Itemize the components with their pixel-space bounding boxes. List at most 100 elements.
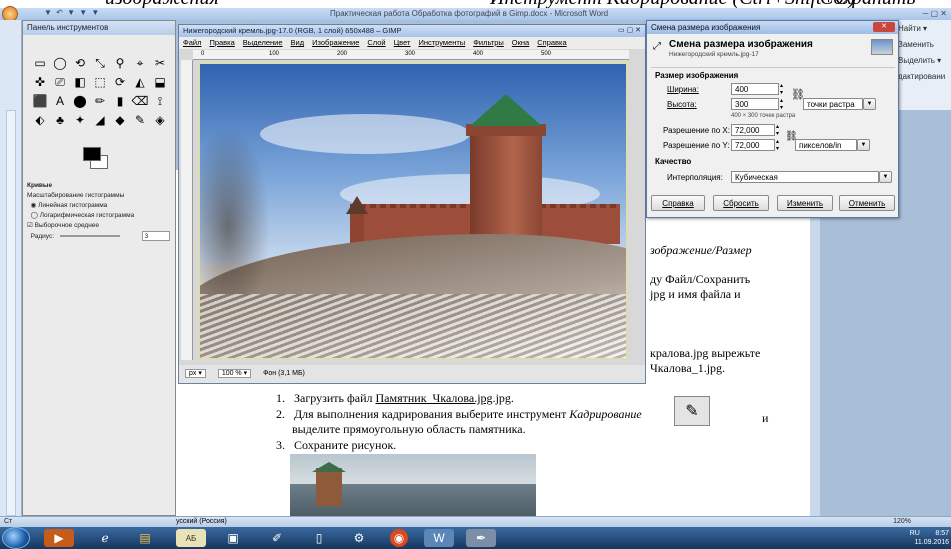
height-spinner[interactable]: ▴ ▾ xyxy=(780,97,783,111)
sample-average-checkbox[interactable]: ☑ Выборочное среднее xyxy=(27,221,173,231)
foreground-color-swatch[interactable] xyxy=(83,147,101,161)
x-resolution-spinner[interactable]: ▴ ▾ xyxy=(776,123,779,137)
units-dropdown-button[interactable]: ▼ xyxy=(863,98,876,110)
gimp-tool-icon[interactable]: ⌖ xyxy=(131,55,149,71)
gimp-menu-item[interactable]: Изображение xyxy=(312,38,359,47)
gimp-tool-icon[interactable]: ⬓ xyxy=(151,74,169,90)
gimp-tool-icon[interactable]: ✂ xyxy=(151,55,169,71)
gimp-tool-icon[interactable]: ♣ xyxy=(51,112,69,128)
gimp-tool-icon[interactable]: ◆ xyxy=(111,112,129,128)
start-button[interactable] xyxy=(2,527,30,549)
gimp-menu-item[interactable]: Файл xyxy=(183,38,201,47)
gimp-tool-icon[interactable]: ⟳ xyxy=(111,74,129,90)
width-spinner[interactable]: ▴ ▾ xyxy=(780,82,783,96)
gimp-tool-icon[interactable]: ◧ xyxy=(71,74,89,90)
width-input[interactable]: 400 xyxy=(731,83,779,95)
y-resolution-input[interactable]: 72,000 xyxy=(731,139,775,151)
taskbar-media-player-icon[interactable]: ▶ xyxy=(44,529,74,547)
linear-histogram-radio[interactable]: ◉ Линейная гистограмма xyxy=(27,201,173,211)
gimp-tool-icon[interactable]: ◈ xyxy=(151,112,169,128)
log-histogram-radio[interactable]: ◯ Логарифмическая гистограмма xyxy=(27,211,173,221)
gimp-tool-icon[interactable]: ✦ xyxy=(71,112,89,128)
resolution-units-dropdown-button[interactable]: ▼ xyxy=(857,139,870,151)
ribbon-replace-button[interactable]: Заменить xyxy=(898,40,951,52)
gimp-tool-icon[interactable]: ⬛ xyxy=(31,93,49,109)
gimp-tool-icon[interactable]: ▭ xyxy=(31,55,49,71)
gimp-window-controls[interactable]: ▭ ▢ ✕ xyxy=(618,26,641,34)
gimp-tool-icon[interactable]: ◭ xyxy=(131,74,149,90)
crop-tool-icon: ✎ xyxy=(674,396,710,426)
section-quality: Качество xyxy=(655,157,692,166)
scale-button[interactable]: Изменить xyxy=(777,195,833,211)
radius-input[interactable]: 3 xyxy=(141,231,170,241)
gimp-tool-icon[interactable]: ⎚ xyxy=(51,74,69,90)
gimp-tool-icon[interactable]: ✜ xyxy=(31,74,49,90)
color-swatches[interactable] xyxy=(83,147,109,169)
taskbar-word-icon[interactable]: W xyxy=(424,529,454,547)
ribbon-find-button[interactable]: Найти ▾ xyxy=(898,24,951,36)
ribbon-select-button[interactable]: Выделить ▾ xyxy=(898,56,951,68)
gimp-tool-icon[interactable]: ⟟ xyxy=(151,93,169,109)
gimp-menu-item[interactable]: Слой xyxy=(367,38,385,47)
help-button[interactable]: Справка xyxy=(651,195,705,211)
gimp-tool-icon[interactable]: ⌫ xyxy=(131,93,149,109)
status-language[interactable]: усский (Россия) xyxy=(176,518,227,525)
taskbar-ie-icon[interactable]: ℯ xyxy=(90,529,120,547)
zoom-select[interactable]: 100 % ▾ xyxy=(217,369,252,378)
taskbar-picture-icon[interactable]: ▣ xyxy=(218,529,248,547)
interpolation-select[interactable]: Кубическая xyxy=(731,171,879,183)
gimp-toolbox: Панель инструментов ▭ ◯ ⟲ ⤡ ⚲ ⌖ ✂ ✜ ⎚ ◧ ⬚ ⟳ ◭ ⬓ ⬛ A ⬤ ✏ ▮ ⌫… xyxy=(22,20,176,516)
gimp-menu-item[interactable]: Правка xyxy=(209,38,234,47)
gimp-menu-item[interactable]: Окна xyxy=(512,38,529,47)
taskbar-chrome-icon[interactable]: ◉ xyxy=(390,529,408,547)
y-resolution-label: Разрешение по Y: xyxy=(663,141,730,150)
doc-line-crop: кралова.jpg вырежьте xyxy=(650,346,761,360)
unit-select[interactable]: px ▾ xyxy=(185,369,206,378)
cancel-button[interactable]: Отменить xyxy=(839,195,895,211)
x-resolution-input[interactable]: 72,000 xyxy=(731,124,775,136)
gimp-tool-icon[interactable]: ▮ xyxy=(111,93,129,109)
gimp-tool-icon[interactable]: ✏ xyxy=(91,93,109,109)
tray-language[interactable]: RU xyxy=(910,530,920,537)
gimp-vertical-ruler xyxy=(181,60,193,360)
gimp-menu-item[interactable]: Инструменты xyxy=(418,38,465,47)
gimp-menu-item[interactable]: Выделение xyxy=(243,38,283,47)
radius-slider[interactable] xyxy=(59,235,120,238)
dialog-heading: Смена размера изображения xyxy=(669,39,813,50)
taskbar-abc-icon[interactable]: АБ xyxy=(176,529,206,547)
gimp-tool-icon[interactable]: ⬚ xyxy=(91,74,109,90)
close-icon[interactable]: ✕ xyxy=(873,22,895,32)
image-canvas[interactable] xyxy=(199,63,627,359)
interpolation-dropdown-button[interactable]: ▼ xyxy=(879,171,892,183)
gimp-tool-icon[interactable]: A xyxy=(51,93,69,109)
taskbar-gimp-icon[interactable]: ✒ xyxy=(466,529,496,547)
units-select[interactable]: точки растра xyxy=(803,98,863,110)
tray-clock[interactable]: 8:57 xyxy=(935,530,949,537)
zoom-level[interactable]: 120% xyxy=(893,518,911,525)
gimp-menu-item[interactable]: Вид xyxy=(291,38,305,47)
gimp-tool-icon[interactable]: ◢ xyxy=(91,112,109,128)
resolution-units-select[interactable]: пикселов/in xyxy=(795,139,857,151)
gimp-tool-icon[interactable]: ⚲ xyxy=(111,55,129,71)
y-resolution-spinner[interactable]: ▴ ▾ xyxy=(776,138,779,152)
gimp-menu-item[interactable]: Справка xyxy=(537,38,566,47)
gimp-tool-icon[interactable]: ⬖ xyxy=(31,112,49,128)
image-thumbnail xyxy=(871,39,893,55)
embedded-photo-monument[interactable] xyxy=(290,454,536,516)
taskbar-paint-icon[interactable]: ✐ xyxy=(262,529,292,547)
word-quick-access[interactable]: ▼ ↶ ▼ ▼ ▼ xyxy=(44,8,100,17)
reset-button[interactable]: Сбросить xyxy=(713,195,769,211)
gimp-tool-icon[interactable]: ⤡ xyxy=(91,55,109,71)
gimp-tool-icon[interactable]: ⟲ xyxy=(71,55,89,71)
gimp-menu-item[interactable]: Фильтры xyxy=(473,38,504,47)
gimp-tool-icon[interactable]: ⬤ xyxy=(71,93,89,109)
gimp-tool-icon[interactable]: ◯ xyxy=(51,55,69,71)
list-text: Сохраните рисунок. xyxy=(294,438,397,452)
gimp-menu-item[interactable]: Цвет xyxy=(394,38,411,47)
gimp-tool-icon[interactable]: ✎ xyxy=(131,112,149,128)
taskbar-network-icon[interactable]: ⚙ xyxy=(344,529,374,547)
height-input[interactable]: 300 xyxy=(731,98,779,110)
word-window-controls[interactable]: ─ ▢ ✕ xyxy=(923,9,947,18)
taskbar-folder-icon[interactable]: ▤ xyxy=(130,529,160,547)
taskbar-doc-icon[interactable]: ▯ xyxy=(304,529,334,547)
